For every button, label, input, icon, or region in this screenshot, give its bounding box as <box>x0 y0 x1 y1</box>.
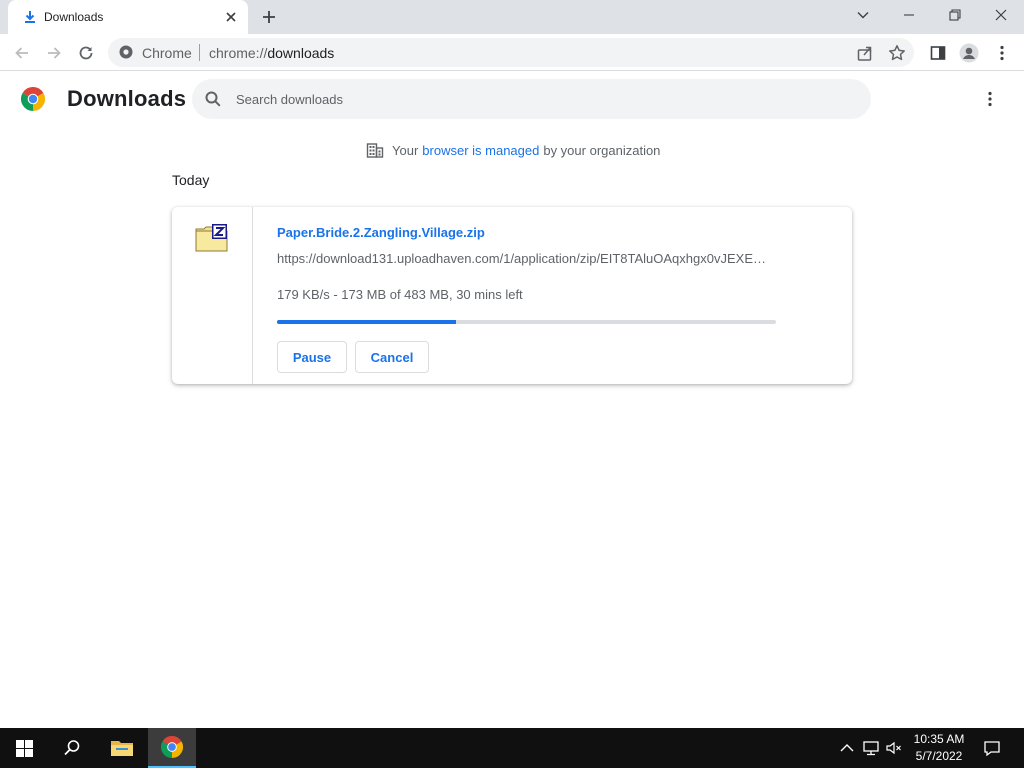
clock-date: 5/7/2022 <box>915 749 963 763</box>
close-icon <box>995 9 1007 21</box>
download-arrow-icon <box>25 11 35 23</box>
arrow-right-icon <box>48 47 61 59</box>
speaker-muted-icon[interactable] <box>885 739 903 757</box>
windows-logo-icon <box>15 739 33 757</box>
download-icon-column <box>172 207 253 384</box>
download-progress-fill <box>277 320 456 324</box>
forward-button[interactable] <box>42 41 66 65</box>
chrome-menu-button[interactable] <box>990 41 1014 65</box>
notifications-icon[interactable] <box>983 739 1001 757</box>
file-name-link[interactable]: Paper.Bride.2.Zangling.Village.zip <box>277 225 485 240</box>
arrow-left-icon <box>15 47 28 59</box>
restore-icon <box>949 9 961 21</box>
taskbar: 10:35 AM 5/7/2022 <box>0 728 1024 768</box>
restore-button[interactable] <box>932 0 978 30</box>
download-status: 179 KB/s - 173 MB of 483 MB, 30 mins lef… <box>277 287 523 302</box>
tab-strip: Downloads <box>0 0 1024 34</box>
chevron-down-icon <box>857 12 869 19</box>
date-heading: Today <box>172 172 210 188</box>
back-button[interactable] <box>10 41 34 65</box>
chrome-logo-icon <box>21 87 45 111</box>
site-label: Chrome <box>142 45 192 61</box>
zip-file-icon <box>195 224 228 252</box>
cancel-button[interactable]: Cancel <box>355 341 429 373</box>
minimize-icon <box>904 14 914 16</box>
tab-title: Downloads <box>44 10 104 24</box>
managed-prefix: Your <box>392 142 419 158</box>
browser-toolbar: Chrome chrome://downloads <box>0 34 1024 71</box>
chrome-logo-icon <box>161 736 183 758</box>
taskbar-chrome-button[interactable] <box>148 728 196 768</box>
address-bar[interactable]: Chrome chrome://downloads <box>108 38 914 67</box>
close-window-button[interactable] <box>978 0 1024 30</box>
managed-notice: Your browser is managed by your organiza… <box>366 140 660 160</box>
reload-button[interactable] <box>74 41 98 65</box>
file-explorer-button[interactable] <box>98 728 146 768</box>
reload-icon <box>79 46 93 60</box>
more-vertical-icon <box>1000 45 1004 61</box>
share-icon[interactable] <box>856 44 874 62</box>
start-button[interactable] <box>0 728 48 768</box>
folder-icon <box>111 741 133 756</box>
side-panel-icon <box>930 46 946 60</box>
network-icon[interactable] <box>862 739 880 757</box>
search-bar[interactable] <box>192 79 871 119</box>
search-input[interactable] <box>236 89 836 109</box>
search-icon <box>205 91 221 107</box>
taskbar-search-button[interactable] <box>48 728 96 768</box>
downloads-menu-button[interactable] <box>978 87 1002 111</box>
omnibox-divider <box>199 44 200 61</box>
downloads-page: Downloads Your browser is managed by you… <box>0 71 1024 728</box>
minimize-button[interactable] <box>886 0 932 30</box>
chrome-site-icon <box>119 45 133 59</box>
avatar-icon <box>959 43 979 63</box>
file-url[interactable]: https://download131.uploadhaven.com/1/ap… <box>277 251 777 266</box>
tab-downloads[interactable]: Downloads <box>8 0 248 34</box>
pause-button[interactable]: Pause <box>277 341 347 373</box>
more-vertical-icon <box>988 91 992 107</box>
managed-link[interactable]: browser is managed <box>422 143 539 158</box>
download-item: Paper.Bride.2.Zangling.Village.zip https… <box>172 207 852 384</box>
tab-close-icon[interactable] <box>222 8 240 26</box>
bookmark-star-icon[interactable] <box>888 44 906 62</box>
chevron-up-icon[interactable] <box>838 739 856 757</box>
new-tab-icon[interactable] <box>259 7 279 27</box>
side-panel-button[interactable] <box>926 41 950 65</box>
profile-button[interactable] <box>957 41 981 65</box>
tab-search-button[interactable] <box>840 0 886 30</box>
url-text[interactable]: chrome://downloads <box>209 45 334 61</box>
managed-suffix: by your organization <box>543 142 661 158</box>
url-path: downloads <box>267 45 335 61</box>
url-scheme: chrome:// <box>209 45 268 61</box>
clock-time: 10:35 AM <box>913 732 965 746</box>
download-progress-bar <box>277 320 776 324</box>
search-icon <box>64 740 80 756</box>
taskbar-clock[interactable]: 10:35 AM 5/7/2022 <box>906 731 972 765</box>
page-title: Downloads <box>67 86 187 111</box>
building-icon <box>366 143 384 158</box>
